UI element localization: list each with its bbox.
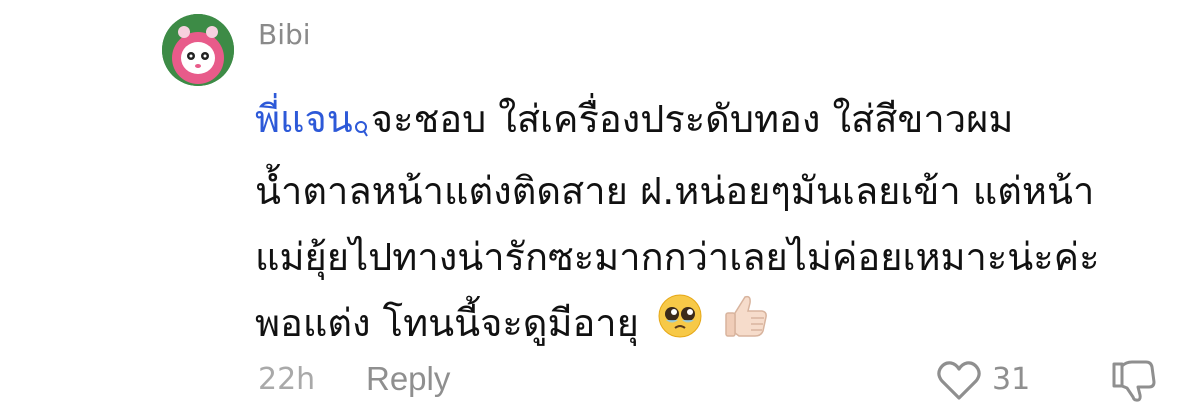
search-icon [353,92,369,158]
heart-icon [936,361,982,406]
reply-button[interactable]: Reply [366,360,450,398]
comment-footer: 22h Reply 31 [0,352,1200,412]
comment-text: พี่แจน จะชอบ ใส่เครื่องประดับทอง ใส่สีขาว… [255,86,1175,361]
comment-line-text: พอแต่ง โทนนี้จะดูมีอายุ [255,301,639,345]
pleading-face-emoji [657,293,703,359]
comment-line-text: จะชอบ ใส่เครื่องประดับทอง ใส่สีขาวผม [370,97,1014,141]
dislike-button[interactable] [1110,358,1156,408]
timestamp: 22h [258,362,316,397]
like-count: 31 [992,362,1031,397]
username[interactable]: Bibi [258,18,311,51]
comment-line-1: พี่แจน จะชอบ ใส่เครื่องประดับทอง ใส่สีขาว… [255,86,1175,158]
comment-line-4: พอแต่ง โทนนี้จะดูมีอายุ [255,290,1175,361]
mention-link[interactable]: พี่แจน [255,97,371,141]
comment-line-3: แม่ยุ้ยไปทางน่ารักซะมากกว่าเลยไม่ค่อยเหม… [255,235,1100,279]
thumbs-down-icon [1110,360,1156,408]
like-button[interactable] [936,360,982,406]
comment-line-2: น้ำตาลหน้าแต่งติดสาย ฝ.หน่อยๆมันเลยเข้า … [255,169,1095,213]
avatar[interactable] [162,14,234,86]
mention-name[interactable]: พี่แจน [255,97,353,141]
thumbs-up-emoji [721,291,771,361]
avatar-image [162,14,234,86]
